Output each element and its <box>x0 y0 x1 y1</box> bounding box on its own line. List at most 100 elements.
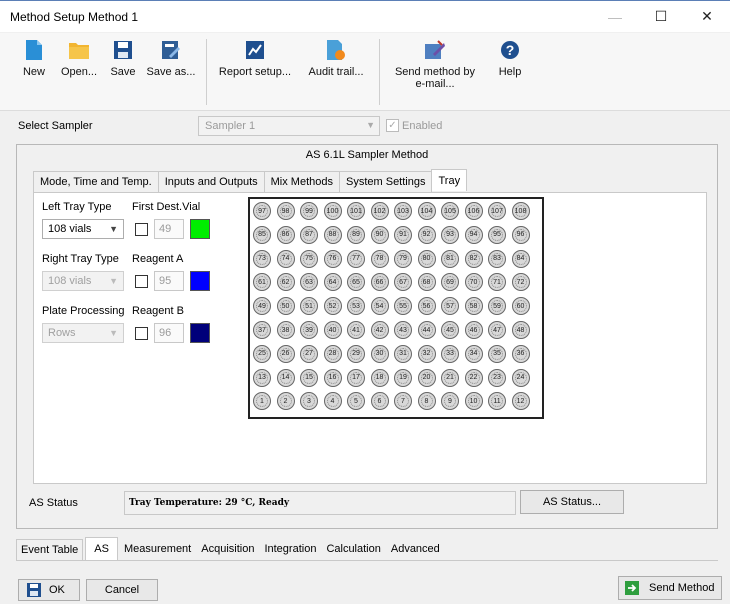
reagent-b-color[interactable] <box>190 323 210 343</box>
tray-vial[interactable]: 15 <box>300 368 318 387</box>
send-email-button[interactable]: Send method by e-mail... <box>388 39 482 90</box>
tray-vial[interactable]: 94 <box>464 225 483 244</box>
tray-vial[interactable]: 71 <box>488 273 506 292</box>
tray-vial[interactable]: 105 <box>441 202 459 220</box>
tray-vial[interactable]: 23 <box>488 368 506 387</box>
tray-vial[interactable]: 24 <box>511 368 530 387</box>
ok-button[interactable]: OK <box>18 579 80 601</box>
tray-vial[interactable]: 48 <box>511 321 530 339</box>
tab-integration[interactable]: Integration <box>260 539 320 561</box>
tray-vial[interactable]: 54 <box>370 297 389 316</box>
close-button[interactable]: ✕ <box>684 1 730 33</box>
tray-vial[interactable]: 101 <box>347 202 365 220</box>
tab-event-table[interactable]: Event Table <box>16 539 84 561</box>
tray-vial[interactable]: 97 <box>253 202 271 220</box>
tray-vial[interactable]: 2 <box>276 392 295 411</box>
tray-vial[interactable]: 51 <box>300 297 318 316</box>
tray-vial[interactable]: 63 <box>300 273 318 292</box>
reagent-b-input[interactable]: 96 <box>154 323 184 343</box>
tab-system-settings[interactable]: System Settings <box>339 171 433 192</box>
reagent-a-color[interactable] <box>190 271 210 291</box>
tray-vial[interactable]: 88 <box>323 225 342 244</box>
tray-vial[interactable]: 28 <box>323 344 342 363</box>
tray-vial[interactable]: 43 <box>394 321 412 339</box>
tray-vial[interactable]: 37 <box>253 321 271 339</box>
minimize-button[interactable]: — <box>592 1 638 33</box>
tray-vial[interactable]: 55 <box>394 297 412 316</box>
tray-vial[interactable]: 11 <box>488 392 506 411</box>
tray-vial[interactable]: 66 <box>370 273 389 292</box>
tray-vial[interactable]: 84 <box>511 249 530 268</box>
tray-vial[interactable]: 49 <box>253 297 271 316</box>
tray-vial[interactable]: 82 <box>464 249 483 268</box>
tray-vial[interactable]: 90 <box>370 225 389 244</box>
tray-vial[interactable]: 34 <box>464 344 483 363</box>
tray-vial[interactable]: 7 <box>394 392 412 411</box>
tray-vial[interactable]: 100 <box>323 202 342 220</box>
tray-vial[interactable]: 9 <box>441 392 459 411</box>
tray-vial[interactable]: 50 <box>276 297 295 316</box>
tray-vial[interactable]: 108 <box>511 202 530 220</box>
tray-vial[interactable]: 103 <box>394 202 412 220</box>
tray-vial[interactable]: 60 <box>511 297 530 316</box>
tray-vial[interactable]: 98 <box>276 202 295 220</box>
tray-vial[interactable]: 86 <box>276 225 295 244</box>
save-button[interactable]: Save <box>106 39 140 78</box>
new-button[interactable]: New <box>16 39 52 78</box>
tray-vial[interactable]: 45 <box>441 321 459 339</box>
tray-vial[interactable]: 87 <box>300 225 318 244</box>
reagent-b-checkbox[interactable] <box>135 327 148 340</box>
tray-vial[interactable]: 85 <box>253 225 271 244</box>
tray-vial[interactable]: 6 <box>370 392 389 411</box>
tray-vial[interactable]: 77 <box>347 249 365 268</box>
tray-vial[interactable]: 74 <box>276 249 295 268</box>
tray-vial[interactable]: 39 <box>300 321 318 339</box>
tray-vial[interactable]: 22 <box>464 368 483 387</box>
tray-vial[interactable]: 99 <box>300 202 318 220</box>
left-tray-type-select[interactable]: 108 vials ▼ <box>42 219 124 239</box>
tray-vial[interactable]: 13 <box>253 368 271 387</box>
tray-vial[interactable]: 29 <box>347 344 365 363</box>
tray-vial[interactable]: 96 <box>511 225 530 244</box>
tray-vial[interactable]: 104 <box>417 202 436 220</box>
tray-vial[interactable]: 76 <box>323 249 342 268</box>
tray-vial[interactable]: 70 <box>464 273 483 292</box>
tray-vial[interactable]: 47 <box>488 321 506 339</box>
tray-vial[interactable]: 64 <box>323 273 342 292</box>
tray-vial[interactable]: 106 <box>464 202 483 220</box>
right-tray-type-select[interactable]: 108 vials ▼ <box>42 271 124 291</box>
first-dest-vial-color[interactable] <box>190 219 210 239</box>
tray-vial[interactable]: 91 <box>394 225 412 244</box>
tab-inputs-outputs[interactable]: Inputs and Outputs <box>157 171 265 192</box>
cancel-button[interactable]: Cancel <box>86 579 158 601</box>
save-as-button[interactable]: Save as... <box>144 39 198 78</box>
tray-vial[interactable]: 93 <box>441 225 459 244</box>
tray-vial[interactable]: 62 <box>276 273 295 292</box>
tray-vial[interactable]: 52 <box>323 297 342 316</box>
maximize-button[interactable]: ☐ <box>638 1 684 33</box>
tray-vial[interactable]: 41 <box>347 321 365 339</box>
tray-vial[interactable]: 4 <box>323 392 342 411</box>
send-method-button[interactable]: Send Method <box>618 576 722 600</box>
tray-vial[interactable]: 19 <box>394 368 412 387</box>
tab-mix-methods[interactable]: Mix Methods <box>263 171 340 192</box>
tray-vial[interactable]: 68 <box>417 273 436 292</box>
tray-vial[interactable]: 92 <box>417 225 436 244</box>
tray-vial[interactable]: 5 <box>347 392 365 411</box>
tray-vial[interactable]: 61 <box>253 273 271 292</box>
tray-vial[interactable]: 80 <box>417 249 436 268</box>
tray-vial[interactable]: 8 <box>417 392 436 411</box>
tray-vial[interactable]: 73 <box>253 249 271 268</box>
plate-processing-select[interactable]: Rows ▼ <box>42 323 124 343</box>
first-dest-vial-checkbox[interactable] <box>135 223 148 236</box>
tray-vial[interactable]: 53 <box>347 297 365 316</box>
tray-vial[interactable]: 40 <box>323 321 342 339</box>
tray-vial[interactable]: 16 <box>323 368 342 387</box>
tab-measurement[interactable]: Measurement <box>120 539 195 561</box>
tray-vial[interactable]: 18 <box>370 368 389 387</box>
tray-vial[interactable]: 81 <box>441 249 459 268</box>
tray-vial[interactable]: 75 <box>300 249 318 268</box>
reagent-a-checkbox[interactable] <box>135 275 148 288</box>
tab-calculation[interactable]: Calculation <box>322 539 384 561</box>
tray-vial[interactable]: 107 <box>488 202 506 220</box>
